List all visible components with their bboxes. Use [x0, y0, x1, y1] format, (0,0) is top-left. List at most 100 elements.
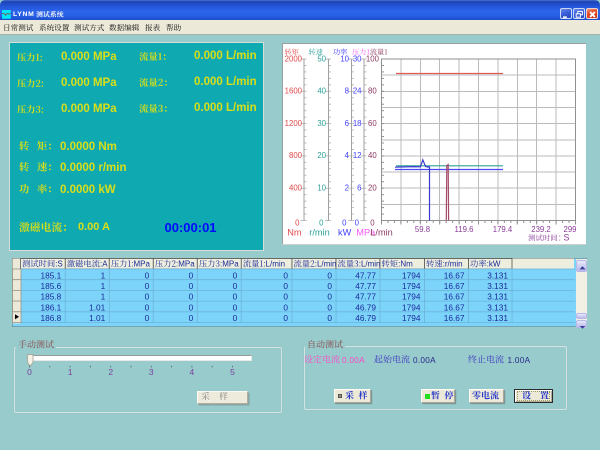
svg-text:16.67: 16.67: [444, 270, 465, 280]
svg-text:46.79: 46.79: [355, 313, 376, 323]
svg-text::S: :S: [55, 260, 63, 269]
svg-text:0: 0: [283, 281, 288, 291]
svg-text::A: :A: [100, 260, 108, 269]
svg-text:0: 0: [283, 292, 288, 302]
svg-text:0: 0: [283, 270, 288, 280]
svg-text:0: 0: [233, 281, 238, 291]
svg-text:24: 24: [353, 87, 362, 96]
svg-text:1200: 1200: [285, 119, 303, 128]
svg-text:0: 0: [189, 281, 194, 291]
svg-text:100: 100: [366, 54, 380, 63]
svg-text:2000: 2000: [285, 54, 303, 63]
svg-text:800: 800: [289, 151, 303, 160]
svg-text:0: 0: [145, 302, 150, 312]
svg-text:0: 0: [145, 292, 150, 302]
svg-text:119.6: 119.6: [455, 225, 474, 234]
svg-text:3.131: 3.131: [487, 313, 508, 323]
svg-text:80: 80: [368, 87, 377, 96]
svg-text:2: 2: [345, 184, 349, 193]
svg-text::Nm: :Nm: [398, 260, 413, 269]
svg-text:186.1: 186.1: [41, 302, 62, 312]
svg-text:1: 1: [101, 281, 106, 291]
svg-text:10: 10: [317, 184, 326, 193]
svg-text:1: 1: [101, 270, 106, 280]
svg-text:0: 0: [145, 270, 150, 280]
svg-text:0: 0: [327, 281, 332, 291]
svg-text:0: 0: [327, 270, 332, 280]
svg-text:1794: 1794: [402, 302, 421, 312]
svg-text::MPa: :MPa: [131, 260, 150, 269]
svg-text:1794: 1794: [402, 292, 421, 302]
svg-text:59.8: 59.8: [415, 225, 430, 234]
svg-text:0: 0: [233, 292, 238, 302]
svg-text:239.2: 239.2: [531, 225, 551, 234]
svg-text:30: 30: [353, 54, 362, 63]
svg-text:kW: kW: [338, 227, 352, 237]
svg-text:L/min: L/min: [370, 227, 392, 237]
svg-text:47.77: 47.77: [355, 281, 376, 291]
svg-text:3.131: 3.131: [487, 302, 508, 312]
svg-text::L/min: :L/min: [359, 260, 381, 269]
svg-text:0: 0: [233, 302, 238, 312]
svg-text:46.79: 46.79: [355, 302, 376, 312]
svg-text:0: 0: [319, 219, 324, 228]
svg-text:16.67: 16.67: [444, 281, 465, 291]
svg-text:12: 12: [353, 151, 362, 160]
svg-text:16.67: 16.67: [444, 292, 465, 302]
svg-text:Nm: Nm: [287, 227, 302, 237]
svg-text:40: 40: [317, 87, 326, 96]
svg-text:0: 0: [283, 313, 288, 323]
svg-text:40: 40: [368, 151, 377, 160]
svg-text::kW: :kW: [487, 260, 501, 269]
svg-text:47.77: 47.77: [355, 292, 376, 302]
svg-text::L/min: :L/min: [315, 260, 337, 269]
svg-text:4: 4: [345, 151, 350, 160]
svg-text:0: 0: [342, 219, 347, 228]
svg-text::MPa: :MPa: [220, 260, 239, 269]
svg-text:0: 0: [189, 270, 194, 280]
svg-text:3.131: 3.131: [487, 281, 508, 291]
svg-text:16.67: 16.67: [444, 302, 465, 312]
svg-text:0: 0: [189, 292, 194, 302]
svg-text:6: 6: [357, 184, 361, 193]
svg-text:3.131: 3.131: [487, 270, 508, 280]
svg-text:1600: 1600: [285, 87, 303, 96]
svg-text:: S: : S: [559, 233, 570, 243]
svg-text:10: 10: [340, 54, 349, 63]
svg-text:0: 0: [189, 302, 194, 312]
svg-text:6: 6: [345, 119, 349, 128]
svg-text::r/min: :r/min: [443, 260, 463, 269]
svg-text:60: 60: [368, 119, 377, 128]
svg-text:185.1: 185.1: [41, 270, 62, 280]
svg-text:0: 0: [145, 281, 150, 291]
svg-text:0: 0: [327, 292, 332, 302]
svg-text:8: 8: [345, 87, 349, 96]
svg-text:0: 0: [283, 302, 288, 312]
svg-text:20: 20: [317, 151, 326, 160]
svg-text:30: 30: [317, 119, 326, 128]
svg-text:50: 50: [317, 54, 326, 63]
svg-text:0: 0: [327, 313, 332, 323]
svg-text:0: 0: [355, 219, 360, 228]
svg-text:179.4: 179.4: [493, 225, 513, 234]
svg-text:1.01: 1.01: [89, 302, 106, 312]
svg-text:1794: 1794: [402, 270, 421, 280]
svg-text:r/min: r/min: [309, 227, 329, 237]
svg-text:0: 0: [327, 302, 332, 312]
svg-text:0: 0: [233, 313, 238, 323]
svg-text:185.6: 185.6: [41, 281, 62, 291]
svg-text:1794: 1794: [402, 313, 421, 323]
svg-text:0: 0: [233, 270, 238, 280]
svg-text:0: 0: [189, 313, 194, 323]
svg-text:16.67: 16.67: [444, 313, 465, 323]
svg-text:3.131: 3.131: [487, 292, 508, 302]
svg-text:18: 18: [353, 119, 362, 128]
svg-text:1794: 1794: [402, 281, 421, 291]
svg-text:0: 0: [370, 219, 375, 228]
svg-text::MPa: :MPa: [176, 260, 195, 269]
svg-text::L/min: :L/min: [263, 260, 285, 269]
svg-text:1: 1: [101, 292, 106, 302]
svg-text:186.8: 186.8: [41, 313, 62, 323]
svg-text:0: 0: [145, 313, 150, 323]
svg-text:0: 0: [295, 219, 300, 228]
